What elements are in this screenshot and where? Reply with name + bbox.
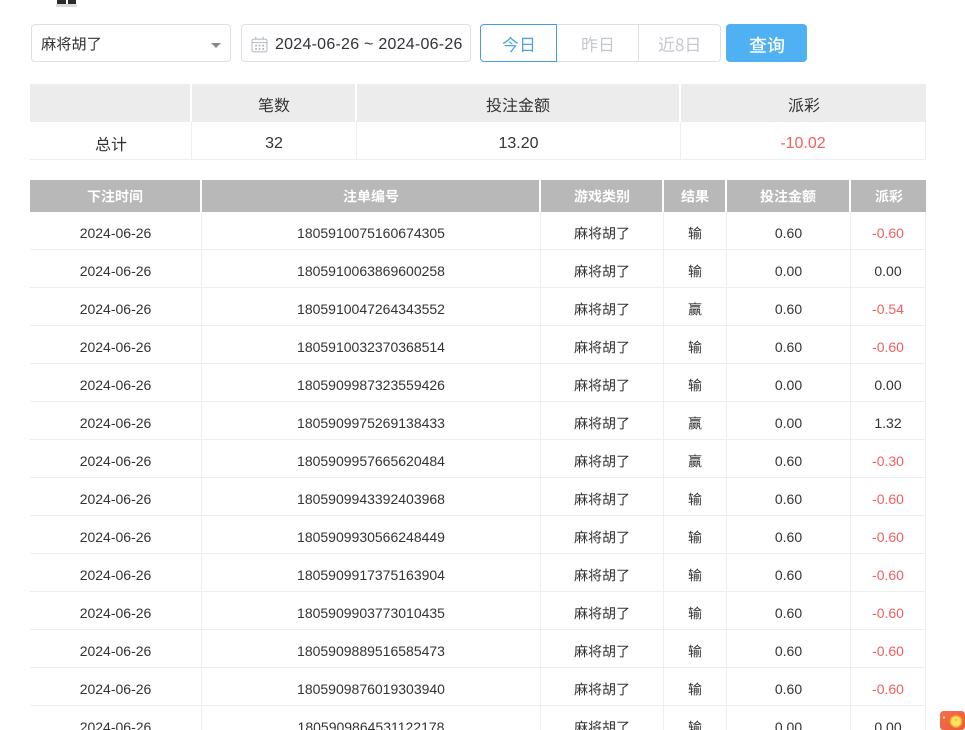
svg-text:*: *: [954, 717, 957, 726]
